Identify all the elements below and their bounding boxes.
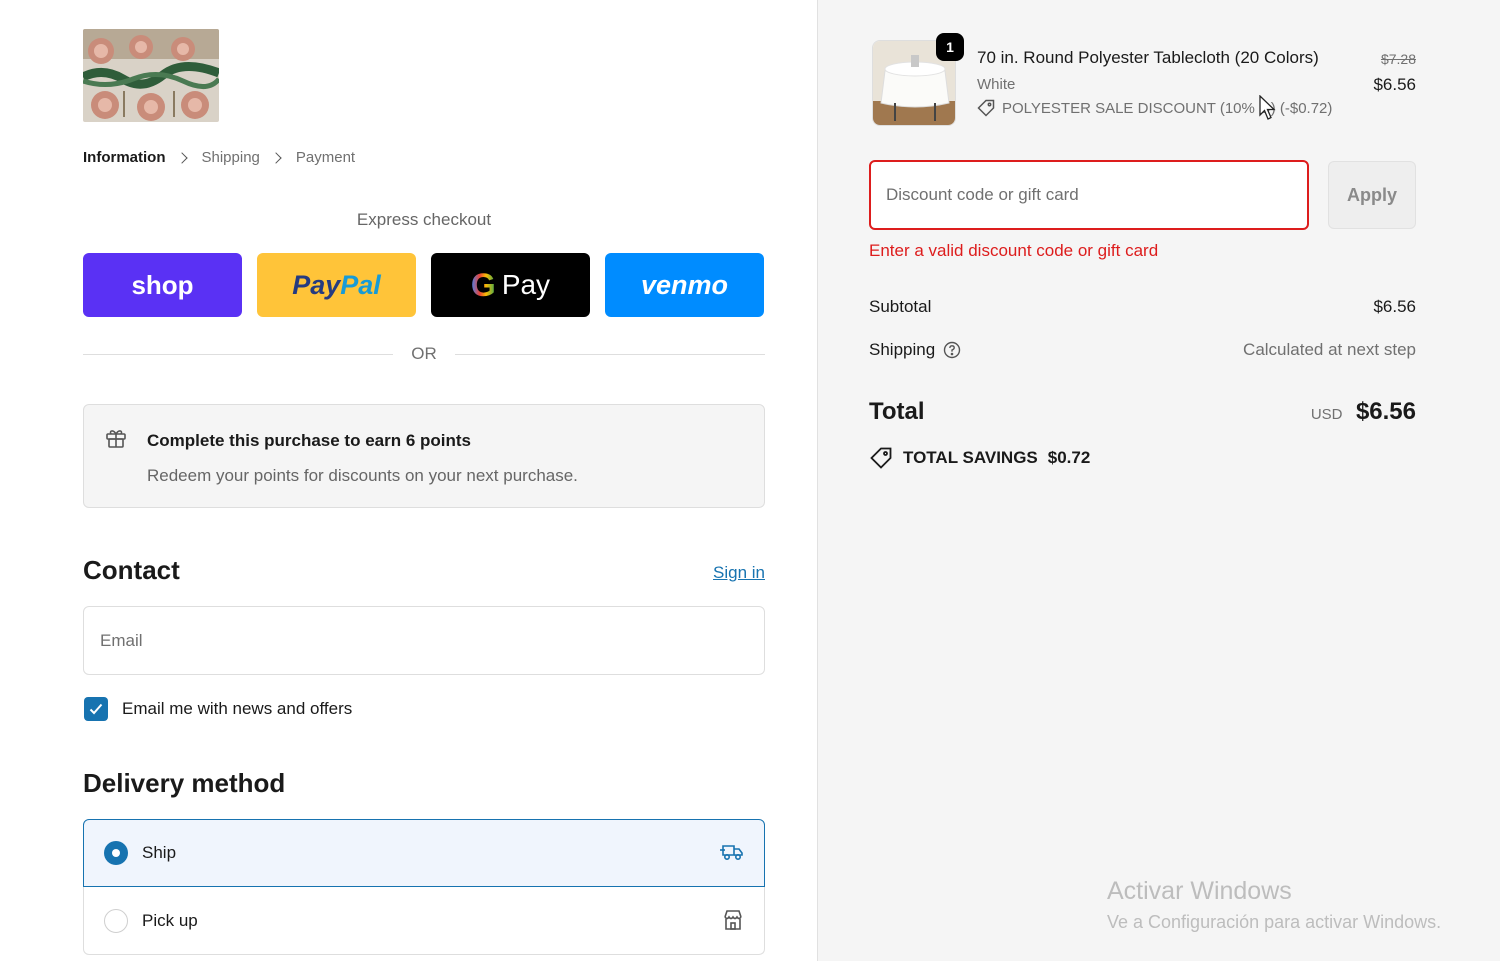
divider-line bbox=[83, 353, 394, 355]
delivery-option-ship[interactable]: Ship bbox=[83, 819, 765, 887]
line-price: $6.56 bbox=[1373, 75, 1416, 94]
store-icon bbox=[722, 909, 744, 936]
delivery-option-pickup[interactable]: Pick up bbox=[83, 887, 765, 955]
ship-radio[interactable] bbox=[104, 841, 128, 865]
savings-label: TOTAL SAVINGS bbox=[903, 448, 1038, 467]
subtotal-row: Subtotal $6.56 bbox=[869, 297, 1416, 317]
venmo-label: venmo bbox=[640, 269, 729, 300]
gift-icon bbox=[105, 427, 127, 454]
savings-amount: $0.72 bbox=[1047, 448, 1091, 467]
total-label: Total bbox=[869, 398, 925, 425]
product-variant: White bbox=[977, 76, 1016, 93]
mouse-cursor-icon bbox=[1259, 94, 1277, 126]
venmo-button[interactable]: venmo bbox=[605, 253, 764, 317]
watermark-subtitle: Ve a Configuración para activar Windows. bbox=[1107, 912, 1442, 932]
chevron-right-icon bbox=[270, 151, 282, 164]
tag-icon bbox=[977, 99, 995, 117]
total-row: Total USD $6.56 bbox=[869, 398, 1416, 426]
google-g-icon: G bbox=[470, 266, 496, 303]
total-amount: $6.56 bbox=[1355, 398, 1416, 425]
shop-pay-button[interactable]: shop bbox=[83, 253, 242, 317]
chevron-right-icon bbox=[175, 151, 188, 164]
checkout-main-panel: Information Shipping Payment Express che… bbox=[0, 0, 817, 961]
points-title: Complete this purchase to earn 6 points bbox=[147, 431, 472, 450]
points-subtitle: Redeem your points for discounts on your… bbox=[147, 466, 578, 485]
shipping-value: Calculated at next step bbox=[1243, 340, 1416, 359]
original-price: $7.28 bbox=[1380, 51, 1416, 67]
subtotal-value: $6.56 bbox=[1373, 297, 1416, 316]
email-input[interactable] bbox=[84, 607, 764, 674]
product-discount: POLYESTER SALE DISCOUNT (10% O) (-$0.72) bbox=[977, 99, 1332, 117]
or-divider: OR bbox=[83, 344, 765, 364]
delivery-option-label: Ship bbox=[142, 843, 177, 862]
delivery-heading: Delivery method bbox=[83, 768, 286, 798]
shipping-label: Shipping bbox=[869, 340, 936, 359]
checkmark-icon bbox=[89, 703, 103, 715]
sign-in-link[interactable]: Sign in bbox=[713, 563, 765, 583]
newsletter-option[interactable]: Email me with news and offers bbox=[84, 697, 352, 721]
loyalty-points-banner: Complete this purchase to earn 6 points … bbox=[83, 404, 765, 508]
newsletter-label: Email me with news and offers bbox=[122, 699, 353, 718]
apply-discount-button[interactable]: Apply bbox=[1328, 161, 1416, 229]
product-name: 70 in. Round Polyester Tablecloth (20 Co… bbox=[977, 48, 1319, 67]
tag-icon bbox=[870, 447, 892, 469]
express-checkout-buttons: shop Pay Pal G Pay venmo bbox=[83, 253, 764, 317]
paypal-label-part2: Pal bbox=[340, 269, 381, 300]
paypal-button[interactable]: Pay Pal bbox=[257, 253, 416, 317]
store-logo[interactable] bbox=[83, 29, 219, 122]
divider-line bbox=[454, 353, 765, 355]
help-icon[interactable] bbox=[943, 341, 961, 359]
breadcrumb-payment: Payment bbox=[295, 149, 356, 166]
discount-line-label: POLYESTER SALE DISCOUNT (10% O bbox=[1002, 99, 1271, 117]
paypal-label-part1: Pay bbox=[292, 269, 341, 300]
express-checkout-title: Express checkout bbox=[356, 210, 492, 229]
breadcrumb-information[interactable]: Information bbox=[83, 149, 166, 166]
email-field[interactable] bbox=[83, 606, 765, 675]
discount-code-input[interactable] bbox=[871, 162, 1307, 228]
breadcrumb-shipping: Shipping bbox=[201, 149, 260, 166]
truck-icon bbox=[720, 842, 744, 867]
windows-activation-watermark: Activar Windows Ve a Configuración para … bbox=[1107, 877, 1441, 933]
google-pay-label: Pay bbox=[501, 269, 551, 300]
newsletter-checkbox[interactable] bbox=[84, 697, 108, 721]
delivery-method-group: Ship Pick up bbox=[83, 819, 765, 955]
total-savings: TOTAL SAVINGS $0.72 bbox=[869, 446, 1090, 470]
shipping-row: Shipping Calculated at next step bbox=[869, 340, 1416, 360]
or-label: OR bbox=[411, 344, 437, 363]
total-currency: USD bbox=[1310, 406, 1343, 423]
pickup-radio[interactable] bbox=[104, 908, 128, 933]
delivery-option-label: Pick up bbox=[142, 910, 198, 930]
discount-line-amount: ) (-$0.72) bbox=[1270, 99, 1333, 117]
breadcrumb: Information Shipping Payment bbox=[83, 149, 355, 166]
quantity-badge: 1 bbox=[936, 33, 964, 61]
order-summary-panel bbox=[817, 0, 1500, 961]
google-pay-button[interactable]: G Pay bbox=[431, 253, 590, 317]
subtotal-label: Subtotal bbox=[869, 297, 932, 316]
watermark-title: Activar Windows bbox=[1107, 877, 1292, 905]
contact-heading: Contact bbox=[83, 555, 180, 585]
discount-code-field[interactable] bbox=[869, 160, 1309, 230]
discount-error-message: Enter a valid discount code or gift card bbox=[869, 241, 1159, 260]
shop-pay-label: shop bbox=[131, 269, 194, 300]
